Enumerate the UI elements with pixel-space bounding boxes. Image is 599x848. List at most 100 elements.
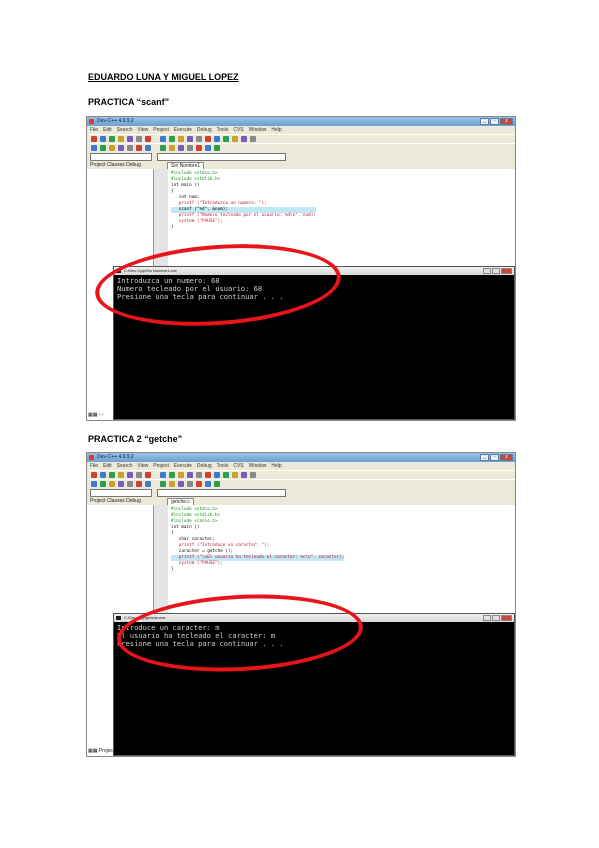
toolbar-icon[interactable]	[91, 136, 97, 142]
menu-item-window[interactable]: Window	[249, 462, 267, 470]
toolbar-icon[interactable]	[187, 145, 193, 151]
toolbar-icon[interactable]	[214, 481, 220, 487]
toolbar-icon[interactable]	[127, 472, 133, 478]
toolbar-icon[interactable]	[100, 481, 106, 487]
menu-item-search[interactable]: Search	[117, 126, 133, 134]
project-tabs[interactable]: Project Classes Debug	[90, 161, 141, 169]
menu-item-tools[interactable]: Tools	[217, 126, 229, 134]
toolbar-icon[interactable]	[136, 472, 142, 478]
toolbar-icon[interactable]	[136, 481, 142, 487]
toolbar-icon[interactable]	[127, 481, 133, 487]
class-select[interactable]	[90, 489, 152, 497]
menu-item-view[interactable]: View	[138, 126, 149, 134]
toolbar-icon[interactable]	[91, 481, 97, 487]
toolbar-icon[interactable]	[127, 136, 133, 142]
toolbar-icon[interactable]	[169, 481, 175, 487]
menu-item-view[interactable]: View	[138, 462, 149, 470]
console-minimize-button[interactable]	[483, 615, 491, 621]
menu-item-help[interactable]: Help	[271, 126, 281, 134]
menu-item-help[interactable]: Help	[271, 462, 281, 470]
menu-item-window[interactable]: Window	[249, 126, 267, 134]
toolbar-icon[interactable]	[145, 481, 151, 487]
menu-item-tools[interactable]: Tools	[217, 462, 229, 470]
toolbar-icon[interactable]	[232, 136, 238, 142]
toolbar-icon[interactable]	[169, 136, 175, 142]
project-tabs[interactable]: Project Classes Debug	[90, 497, 141, 505]
maximize-button[interactable]: ▫	[490, 454, 499, 461]
toolbar-icon[interactable]	[118, 481, 124, 487]
toolbar-icon[interactable]	[169, 472, 175, 478]
member-select[interactable]	[157, 489, 286, 497]
toolbar-icon[interactable]	[241, 472, 247, 478]
toolbar-icon[interactable]	[145, 145, 151, 151]
toolbar-icon[interactable]	[136, 145, 142, 151]
toolbar-icon[interactable]	[109, 145, 115, 151]
toolbar-icon[interactable]	[109, 481, 115, 487]
toolbar-icon[interactable]	[100, 136, 106, 142]
toolbar-icon[interactable]	[241, 136, 247, 142]
toolbar-icon[interactable]	[205, 136, 211, 142]
menu-item-execute[interactable]: Execute	[174, 462, 192, 470]
console-minimize-button[interactable]	[483, 268, 491, 274]
class-select[interactable]	[90, 153, 152, 161]
toolbar-icon[interactable]	[127, 145, 133, 151]
minimize-button[interactable]: _	[480, 454, 489, 461]
toolbar-icon[interactable]	[109, 472, 115, 478]
menu-item-debug[interactable]: Debug	[197, 126, 212, 134]
menu-item-project[interactable]: Project	[153, 462, 169, 470]
console-maximize-button[interactable]	[492, 615, 500, 621]
minimize-button[interactable]: _	[480, 118, 489, 125]
toolbar-icon[interactable]	[196, 136, 202, 142]
menu-item-file[interactable]: File	[90, 462, 98, 470]
toolbar-icon[interactable]	[91, 472, 97, 478]
toolbar-icon[interactable]	[118, 145, 124, 151]
toolbar-icon[interactable]	[145, 472, 151, 478]
toolbar-icon[interactable]	[145, 136, 151, 142]
toolbar-icon[interactable]	[100, 472, 106, 478]
toolbar-icon[interactable]	[160, 145, 166, 151]
toolbar-icon[interactable]	[178, 145, 184, 151]
toolbar-icon[interactable]	[250, 136, 256, 142]
close-button[interactable]: x	[500, 118, 513, 125]
toolbar-icon[interactable]	[187, 136, 193, 142]
menu-item-edit[interactable]: Edit	[103, 462, 112, 470]
toolbar-icon[interactable]	[118, 472, 124, 478]
toolbar-icon[interactable]	[250, 472, 256, 478]
menu-item-search[interactable]: Search	[117, 462, 133, 470]
toolbar-icon[interactable]	[109, 136, 115, 142]
toolbar-icon[interactable]	[223, 472, 229, 478]
toolbar-icon[interactable]	[196, 481, 202, 487]
toolbar-icon[interactable]	[187, 481, 193, 487]
console-close-button[interactable]	[501, 615, 512, 621]
menu-item-file[interactable]: File	[90, 126, 98, 134]
menu-item-cvs[interactable]: CVS	[233, 462, 243, 470]
console-close-button[interactable]	[501, 268, 512, 274]
toolbar-icon[interactable]	[205, 481, 211, 487]
toolbar-icon[interactable]	[187, 472, 193, 478]
toolbar-icon[interactable]	[178, 136, 184, 142]
menu-item-cvs[interactable]: CVS	[233, 126, 243, 134]
toolbar-icon[interactable]	[118, 136, 124, 142]
toolbar-icon[interactable]	[196, 145, 202, 151]
toolbar-icon[interactable]	[205, 145, 211, 151]
toolbar-icon[interactable]	[214, 472, 220, 478]
toolbar-icon[interactable]	[160, 481, 166, 487]
toolbar-icon[interactable]	[178, 472, 184, 478]
toolbar-icon[interactable]	[100, 145, 106, 151]
toolbar-icon[interactable]	[169, 145, 175, 151]
menu-item-execute[interactable]: Execute	[174, 126, 192, 134]
menu-item-project[interactable]: Project	[153, 126, 169, 134]
toolbar-icon[interactable]	[214, 145, 220, 151]
toolbar-icon[interactable]	[232, 472, 238, 478]
member-select[interactable]	[157, 153, 286, 161]
menu-item-edit[interactable]: Edit	[103, 126, 112, 134]
toolbar-icon[interactable]	[205, 472, 211, 478]
toolbar-icon[interactable]	[91, 145, 97, 151]
toolbar-icon[interactable]	[160, 472, 166, 478]
menu-item-debug[interactable]: Debug	[197, 462, 212, 470]
toolbar-icon[interactable]	[178, 481, 184, 487]
toolbar-icon[interactable]	[196, 472, 202, 478]
toolbar-icon[interactable]	[136, 136, 142, 142]
toolbar-icon[interactable]	[214, 136, 220, 142]
toolbar-icon[interactable]	[160, 136, 166, 142]
